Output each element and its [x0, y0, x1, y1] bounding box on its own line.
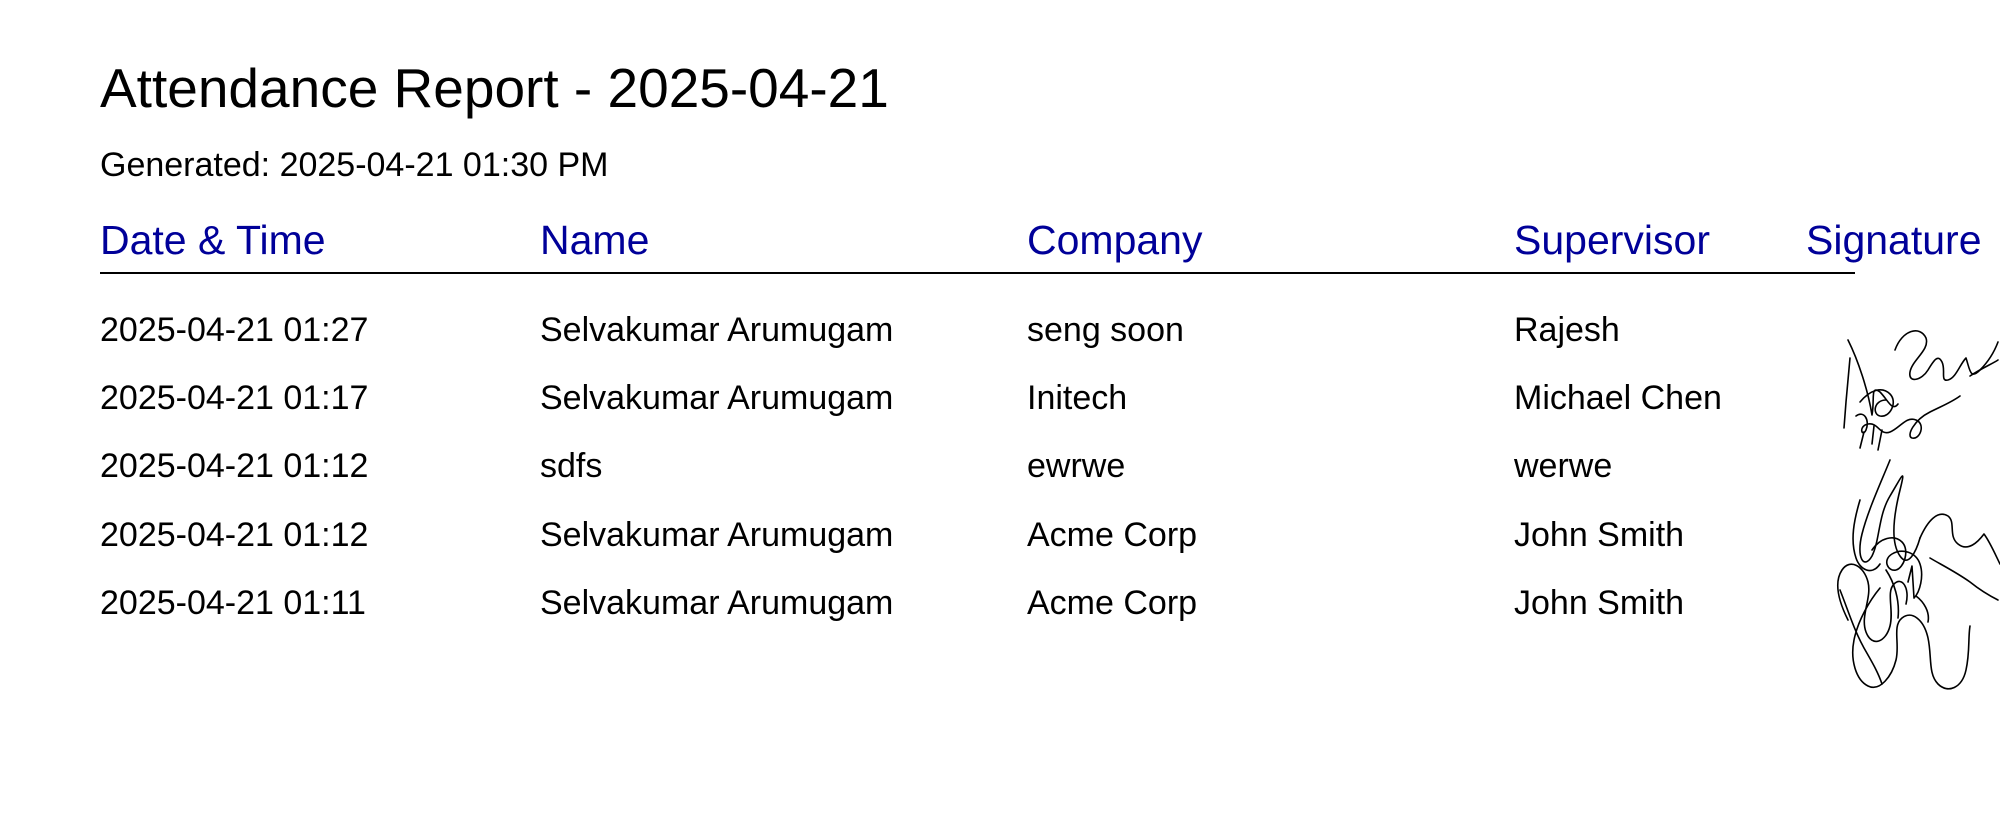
column-header-company: Company	[1027, 217, 1203, 263]
table-cell-name: Selvakumar Arumugam	[540, 311, 894, 349]
table-cell-date-time: 2025-04-21 01:12	[100, 516, 369, 554]
table-cell-company: Acme Corp	[1027, 584, 1198, 622]
header-divider	[100, 272, 1855, 274]
table-cell-date-time: 2025-04-21 01:12	[100, 447, 369, 485]
table-cell-date-time: 2025-04-21 01:17	[100, 379, 369, 417]
table-cell-supervisor: werwe	[1514, 447, 1613, 485]
table-cell-name: Selvakumar Arumugam	[540, 584, 894, 622]
table-cell-supervisor: Michael Chen	[1514, 379, 1722, 417]
table-cell-supervisor: John Smith	[1514, 516, 1685, 554]
signature-image	[1836, 330, 2000, 690]
report-title: Attendance Report - 2025-04-21	[100, 57, 889, 119]
table-cell-company: Initech	[1027, 379, 1128, 417]
table-cell-supervisor: Rajesh	[1514, 311, 1620, 349]
column-header-signature: Signature	[1806, 217, 1982, 263]
table-cell-company: seng soon	[1027, 311, 1184, 349]
column-header-name: Name	[540, 217, 650, 263]
table-cell-name: Selvakumar Arumugam	[540, 516, 894, 554]
generated-timestamp: Generated: 2025-04-21 01:30 PM	[100, 146, 609, 184]
table-cell-name: sdfs	[540, 447, 603, 485]
table-cell-date-time: 2025-04-21 01:11	[100, 584, 366, 622]
table-cell-supervisor: John Smith	[1514, 584, 1685, 622]
table-cell-date-time: 2025-04-21 01:27	[100, 311, 369, 349]
table-cell-name: Selvakumar Arumugam	[540, 379, 894, 417]
table-cell-company: ewrwe	[1027, 447, 1126, 485]
column-header-supervisor: Supervisor	[1514, 217, 1710, 263]
attendance-report-page: Attendance Report - 2025-04-21 Generated…	[0, 0, 2000, 819]
column-header-date-time: Date & Time	[100, 217, 326, 263]
table-cell-company: Acme Corp	[1027, 516, 1198, 554]
